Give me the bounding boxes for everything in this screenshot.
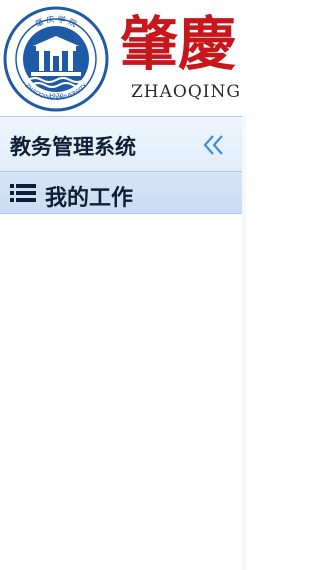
app-header: 肇 庆 学 院 ZHAOQING UNIVERSITY 1970 肇慶 ZHAO… [0, 0, 246, 116]
seal-year: 1970 [48, 93, 63, 100]
content-edge [242, 116, 246, 570]
sidebar-header: 教务管理系统 [0, 116, 242, 172]
brand-calligraphy: 肇慶 [120, 10, 236, 76]
sidebar-section-my-work[interactable]: 我的工作 [0, 172, 242, 214]
university-seal-logo: 肇 庆 学 院 ZHAOQING UNIVERSITY 1970 [3, 6, 109, 112]
list-icon [10, 184, 36, 202]
sidebar-section-label: 我的工作 [45, 186, 134, 211]
sidebar: 教务管理系统 我的工作 [0, 116, 244, 570]
sidebar-title: 教务管理系统 [10, 135, 136, 159]
brand-calligraphy-text: 肇慶 [120, 10, 236, 76]
double-chevron-left-icon[interactable] [200, 131, 228, 159]
brand-english-name: ZHAOQING U [131, 82, 246, 102]
